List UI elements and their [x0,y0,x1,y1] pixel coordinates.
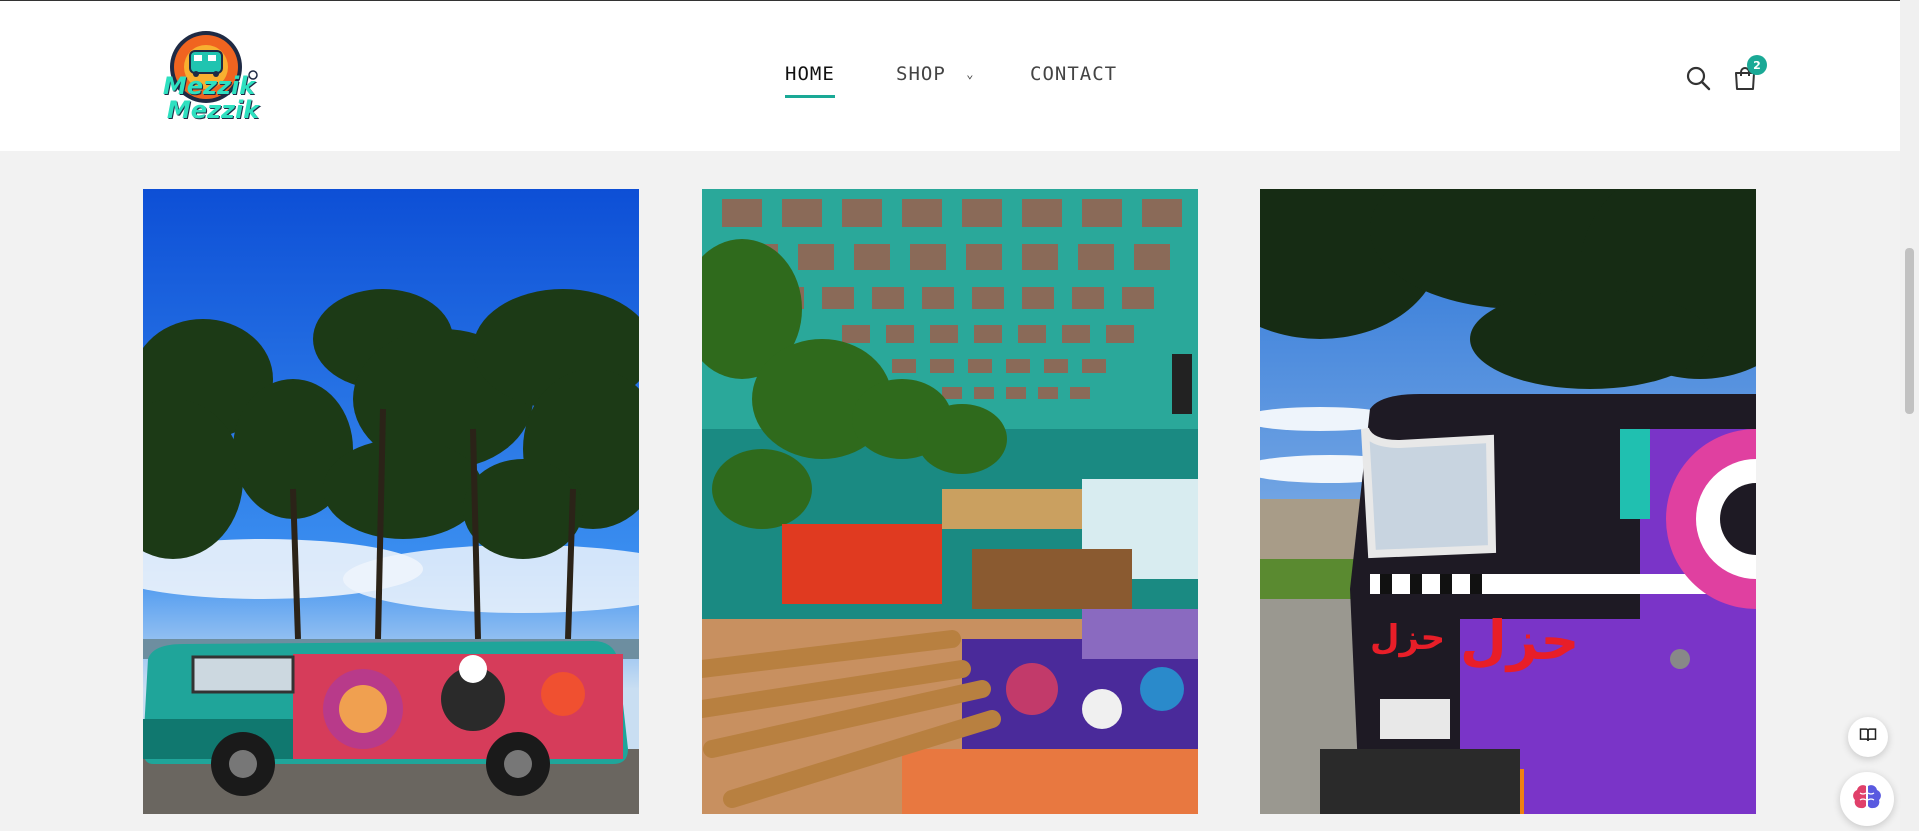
gallery-image-van-pines[interactable] [143,189,639,814]
book-reader-icon [1858,725,1878,749]
image-gallery: حزل حزل [0,151,1900,831]
nav-shop[interactable]: SHOP ⌄ [896,63,974,85]
svg-text:حزل: حزل [1370,618,1445,658]
van-arabic-text: حزل [1460,609,1579,672]
svg-text:Mezzik: Mezzik [167,96,261,123]
search-icon[interactable] [1684,64,1712,92]
nav-home[interactable]: HOME [785,63,835,98]
cart-count-badge: 2 [1747,55,1767,75]
nav-home-label: HOME [785,63,835,85]
gallery-image-purple-van[interactable]: حزل حزل [1260,189,1756,814]
gallery-image-van-interior[interactable] [702,189,1198,814]
chevron-down-icon: ⌄ [966,67,975,81]
reader-mode-button[interactable] [1848,717,1888,757]
scrollbar-thumb[interactable] [1905,248,1914,414]
page-scrollbar[interactable] [1900,0,1919,831]
nav-shop-label: SHOP [896,63,946,85]
site-header: Mezzik Mezzik Mezzik Mezzik HOME SHOP ⌄ … [0,1,1900,151]
nav-contact-label: CONTACT [1030,63,1118,85]
site-logo[interactable]: Mezzik Mezzik Mezzik Mezzik [150,27,270,125]
nav-contact[interactable]: CONTACT [1030,63,1117,85]
brain-icon [1851,781,1883,817]
assistant-button[interactable] [1840,772,1894,826]
